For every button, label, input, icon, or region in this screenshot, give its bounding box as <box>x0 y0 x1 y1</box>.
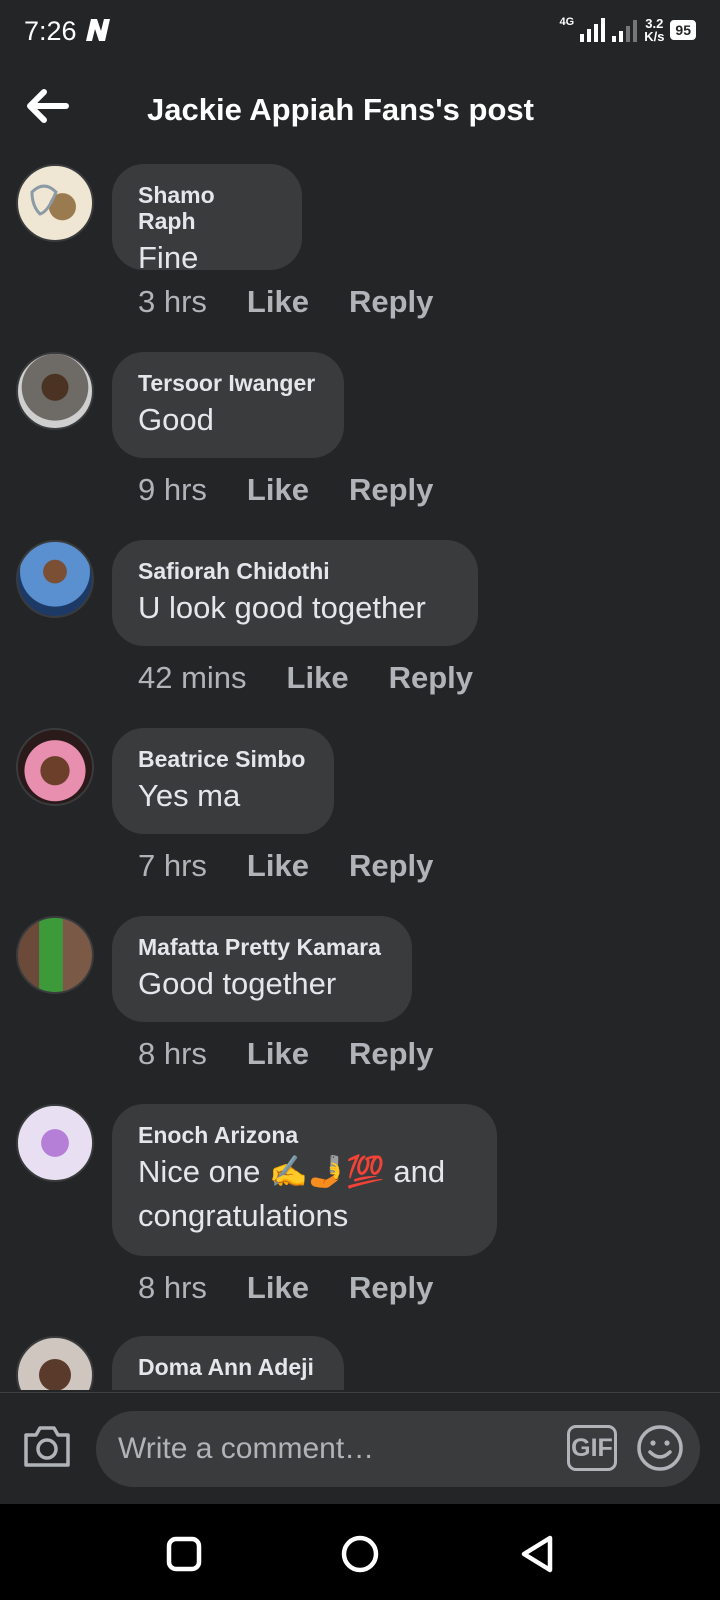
comment-time[interactable]: 3 hrs <box>138 284 207 320</box>
comment-text: Yes ma <box>138 778 241 813</box>
circle-icon[interactable] <box>340 1534 380 1574</box>
comment-bubble[interactable]: Doma Ann Adeji <box>112 1336 344 1390</box>
comment-actions: 9 hrs Like Reply <box>138 472 433 508</box>
comment-actions: 8 hrs Like Reply <box>138 1036 433 1072</box>
comment-time[interactable]: 8 hrs <box>138 1270 207 1306</box>
comment-time[interactable]: 9 hrs <box>138 472 207 508</box>
comment-author[interactable]: Beatrice Simbo <box>138 746 308 772</box>
comment-author[interactable]: Enoch Arizona <box>138 1122 471 1148</box>
like-button[interactable]: Like <box>287 660 349 696</box>
comment-composer: GIF <box>0 1392 720 1505</box>
comment-actions: 42 mins Like Reply <box>138 660 473 696</box>
avatar[interactable] <box>16 728 94 806</box>
comment-bubble[interactable]: Safiorah Chidothi U look good together <box>112 540 478 646</box>
comment-text-line: congratulations <box>138 1198 349 1233</box>
comment-author[interactable]: Safiorah Chidothi <box>138 558 452 584</box>
avatar[interactable] <box>16 916 94 994</box>
like-button[interactable]: Like <box>247 472 309 508</box>
avatar-art <box>30 184 58 216</box>
notification-n-icon <box>86 19 110 41</box>
comment-time[interactable]: 8 hrs <box>138 1036 207 1072</box>
like-button[interactable]: Like <box>247 284 309 320</box>
like-button[interactable]: Like <box>247 848 309 884</box>
comment-text: Good together <box>138 966 337 1001</box>
battery-indicator: 95 <box>670 20 696 40</box>
status-right: 4G 3.2 K/s 95 <box>559 14 696 46</box>
reply-button[interactable]: Reply <box>349 284 433 320</box>
avatar[interactable] <box>16 352 94 430</box>
signal-secondary-icon <box>612 20 638 42</box>
comment-bubble[interactable]: Beatrice Simbo Yes ma <box>112 728 334 834</box>
signal-icon <box>580 18 606 42</box>
comment-time[interactable]: 42 mins <box>138 660 247 696</box>
comment-list[interactable]: Shamo Raph Fine 3 hrs Like Reply Tersoor… <box>0 164 720 1390</box>
comment-text: Nice one ✍️🤳💯 and congratulations <box>138 1150 471 1238</box>
comment-text: U look good together <box>138 590 426 625</box>
camera-icon[interactable] <box>22 1423 72 1469</box>
avatar[interactable] <box>16 540 94 618</box>
comment-text: Good <box>138 402 214 437</box>
smiley-icon[interactable] <box>636 1424 684 1472</box>
comment-bubble[interactable]: Enoch Arizona Nice one ✍️🤳💯 and congratu… <box>112 1104 497 1256</box>
reply-button[interactable]: Reply <box>389 660 473 696</box>
network-type: 4G <box>559 16 575 28</box>
reply-button[interactable]: Reply <box>349 848 433 884</box>
comment-actions: 3 hrs Like Reply <box>138 284 433 320</box>
reply-button[interactable]: Reply <box>349 472 433 508</box>
comment-author[interactable]: Tersoor Iwanger <box>138 370 318 396</box>
page-title: Jackie Appiah Fans's post <box>147 92 534 127</box>
status-bar: 7:26 4G 3.2 K/s 95 <box>0 0 720 64</box>
comment-time[interactable]: 7 hrs <box>138 848 207 884</box>
comment-bubble[interactable]: Tersoor Iwanger Good <box>112 352 344 458</box>
comment-bubble[interactable]: Mafatta Pretty Kamara Good together <box>112 916 412 1022</box>
comment-actions: 8 hrs Like Reply <box>138 1270 433 1306</box>
status-time: 7:26 <box>24 16 77 46</box>
comment-author[interactable]: Shamo Raph <box>138 182 276 234</box>
like-button[interactable]: Like <box>247 1270 309 1306</box>
comment-actions: 7 hrs Like Reply <box>138 848 433 884</box>
network-speed: 3.2 K/s <box>644 17 664 43</box>
gif-button[interactable]: GIF <box>567 1425 617 1471</box>
reply-button[interactable]: Reply <box>349 1270 433 1306</box>
system-nav-bar <box>0 1504 720 1600</box>
comment-text: Fine <box>138 240 199 275</box>
speed-unit: K/s <box>644 29 665 44</box>
comment-author[interactable]: Mafatta Pretty Kamara <box>138 934 386 960</box>
header: Jackie Appiah Fans's post <box>0 70 720 154</box>
comment-bubble[interactable]: Shamo Raph Fine <box>112 164 302 275</box>
comment-author[interactable]: Doma Ann Adeji <box>138 1354 318 1380</box>
triangle-back-icon[interactable] <box>516 1534 556 1574</box>
avatar[interactable] <box>16 164 94 242</box>
reply-button[interactable]: Reply <box>349 1036 433 1072</box>
like-button[interactable]: Like <box>247 1036 309 1072</box>
comment-text-line: Nice one ✍️🤳💯 and <box>138 1154 446 1189</box>
avatar[interactable] <box>16 1104 94 1182</box>
avatar[interactable] <box>16 1336 94 1390</box>
arrow-left-icon[interactable] <box>26 88 72 124</box>
square-icon[interactable] <box>164 1534 204 1574</box>
